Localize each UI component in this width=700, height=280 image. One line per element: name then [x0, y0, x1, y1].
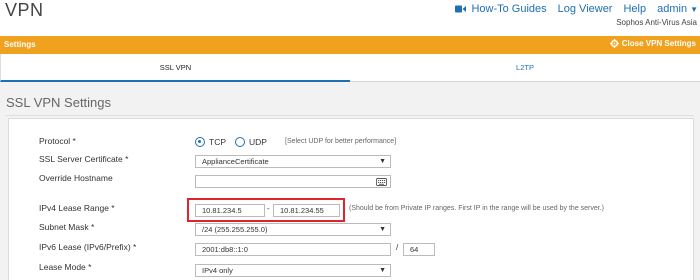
tab-bar: SSL VPN L2TP: [0, 54, 700, 82]
page-title: VPN: [5, 0, 44, 20]
lease-mode-select[interactable]: IPv4 only ▼: [195, 264, 391, 277]
section-title: SSL VPN Settings: [6, 95, 112, 110]
ipv6-prefix-input[interactable]: 64: [403, 243, 435, 256]
tab-ssl-vpn[interactable]: SSL VPN: [0, 54, 350, 82]
subnet-label: Subnet Mask *: [39, 222, 95, 232]
certificate-value: ApplianceCertificate: [202, 157, 269, 166]
help-link[interactable]: Help: [623, 3, 646, 15]
user-menu[interactable]: admin ▼: [657, 3, 698, 15]
ipv6-value: 2001:db8::1:0: [202, 245, 248, 254]
ipv6-label: IPv6 Lease (IPv6/Prefix) *: [39, 242, 137, 252]
certificate-label: SSL Server Certificate *: [39, 154, 129, 164]
hostname-input[interactable]: [195, 175, 391, 188]
settings-bar: Settings Close VPN Settings: [0, 36, 700, 54]
subnet-value: /24 (255.255.255.0): [202, 225, 268, 234]
settings-label: Settings: [4, 40, 36, 49]
ipv6-input[interactable]: 2001:db8::1:0: [195, 243, 391, 256]
how-to-guides-link[interactable]: How-To Guides: [455, 3, 547, 15]
lease-range-end-value: 10.81.234.55: [280, 206, 324, 215]
keyboard-icon[interactable]: [376, 178, 387, 186]
lease-range-label: IPv4 Lease Range *: [39, 203, 115, 213]
ipv6-separator: /: [396, 243, 399, 252]
lease-range-end-input[interactable]: 10.81.234.55: [273, 204, 340, 217]
tcp-label: TCP: [209, 137, 226, 147]
main-content: SSL VPN Settings Protocol * TCP UDP [Sel…: [0, 82, 700, 280]
settings-panel: Protocol * TCP UDP [Select UDP for bette…: [8, 118, 694, 280]
close-vpn-settings-button[interactable]: Close VPN Settings: [609, 39, 696, 48]
lease-range-hint-text: Should be from Private IP ranges. First …: [351, 205, 602, 212]
lease-range-hint: (Should be from Private IP ranges. First…: [349, 205, 605, 212]
tab-l2tp[interactable]: L2TP: [350, 54, 700, 82]
video-icon: [455, 5, 467, 13]
caret-down-icon: ▼: [690, 5, 698, 14]
udp-radio[interactable]: [235, 137, 245, 147]
protocol-hint: [Select UDP for better performance]: [285, 138, 397, 145]
log-viewer-link[interactable]: Log Viewer: [558, 3, 613, 15]
lease-range-start-input[interactable]: 10.81.234.5: [195, 204, 265, 217]
dropdown-arrow-icon: ▼: [379, 267, 386, 274]
dropdown-arrow-icon: ▼: [379, 158, 386, 165]
page-header: VPN How-To Guides Log Viewer Help admin ▼…: [0, 0, 700, 36]
section-divider: [6, 115, 694, 116]
gear-icon: [609, 39, 619, 48]
protocol-label: Protocol *: [39, 136, 76, 146]
tcp-radio[interactable]: [195, 137, 205, 147]
ipv6-prefix-value: 64: [410, 245, 419, 254]
lease-mode-value: IPv4 only: [202, 266, 233, 275]
organization-name: Sophos Anti-Virus Asia: [616, 18, 697, 27]
lease-mode-label: Lease Mode *: [39, 262, 92, 272]
dropdown-arrow-icon: ▼: [379, 226, 386, 233]
lease-range-separator: -: [267, 204, 270, 213]
user-name: admin: [657, 3, 688, 15]
certificate-select[interactable]: ApplianceCertificate ▼: [195, 155, 391, 168]
udp-label: UDP: [249, 137, 267, 147]
top-links: How-To Guides Log Viewer Help admin ▼: [444, 3, 698, 15]
hostname-label: Override Hostname: [39, 173, 113, 183]
how-to-guides-label: How-To Guides: [471, 3, 547, 15]
close-vpn-settings-label: Close VPN Settings: [621, 39, 696, 48]
lease-range-start-value: 10.81.234.5: [202, 206, 242, 215]
subnet-select[interactable]: /24 (255.255.255.0) ▼: [195, 223, 391, 236]
